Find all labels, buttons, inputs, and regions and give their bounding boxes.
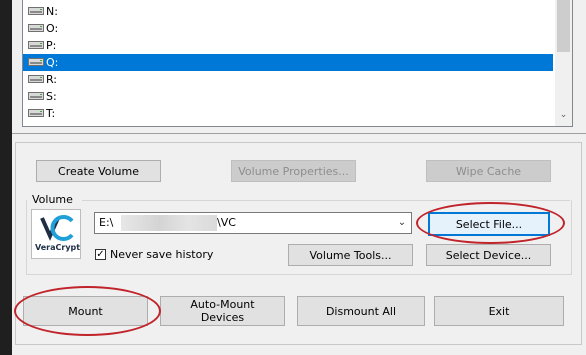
drive-list-item[interactable]: T: bbox=[23, 105, 553, 122]
drive-list-item[interactable]: Q: bbox=[23, 54, 553, 71]
veracrypt-logo-text: VeraCrypt bbox=[35, 243, 81, 252]
drive-letter-label: T: bbox=[46, 107, 56, 120]
drive-list-item[interactable]: R: bbox=[23, 71, 553, 88]
drive-letter-label: P: bbox=[46, 39, 57, 52]
scrollbar-thumb[interactable] bbox=[557, 0, 570, 52]
exit-button[interactable]: Exit bbox=[434, 296, 564, 326]
scroll-down-arrow-icon[interactable]: ⌄ bbox=[555, 107, 572, 124]
never-save-history-checkbox[interactable]: ✓ bbox=[95, 249, 106, 260]
never-save-history-label[interactable]: Never save history bbox=[110, 248, 213, 261]
drive-list-item[interactable]: S: bbox=[23, 88, 553, 105]
drive-list-item[interactable]: N: bbox=[23, 3, 553, 20]
drive-icon bbox=[28, 75, 44, 83]
auto-mount-devices-button[interactable]: Auto-Mount Devices bbox=[160, 296, 285, 326]
drive-icon bbox=[28, 24, 44, 32]
separator bbox=[12, 133, 586, 134]
drive-icon bbox=[28, 92, 44, 100]
select-device-button[interactable]: Select Device... bbox=[426, 244, 551, 266]
drive-icon bbox=[28, 109, 44, 117]
volume-path-combobox[interactable]: E:\ \VC ⌄ bbox=[94, 212, 412, 234]
chevron-down-icon[interactable]: ⌄ bbox=[395, 213, 409, 233]
dismount-all-button[interactable]: Dismount All bbox=[297, 296, 425, 326]
drive-icon bbox=[28, 58, 44, 66]
volume-tools-button[interactable]: Volume Tools... bbox=[288, 244, 413, 266]
drive-letter-label: O: bbox=[46, 22, 59, 35]
volume-path-prefix: E:\ bbox=[99, 216, 114, 229]
veracrypt-logo: VeraCrypt bbox=[31, 209, 81, 259]
create-volume-button[interactable]: Create Volume bbox=[36, 160, 161, 182]
drive-letter-label: N: bbox=[46, 5, 58, 18]
drive-list-scrollbar[interactable]: ⌄ bbox=[555, 0, 572, 126]
drive-list-item[interactable]: O: bbox=[23, 20, 553, 37]
drive-icon bbox=[28, 41, 44, 49]
volume-path-text[interactable]: E:\ \VC bbox=[99, 213, 389, 233]
volume-properties-button[interactable]: Volume Properties... bbox=[231, 160, 356, 182]
volume-path-suffix: \VC bbox=[217, 216, 236, 229]
drive-icon bbox=[28, 7, 44, 15]
drive-letter-label: Q: bbox=[46, 56, 59, 69]
drive-list[interactable]: T: S: R: Q: P: O: N: ⌄ bbox=[22, 0, 573, 127]
drive-letter-label: S: bbox=[46, 90, 57, 103]
veracrypt-main-window: T: S: R: Q: P: O: N: ⌄ Create Volume Volume Pr… bbox=[12, 0, 586, 355]
drive-letter-label: R: bbox=[46, 73, 58, 86]
wipe-cache-button[interactable]: Wipe Cache bbox=[426, 160, 551, 182]
select-file-button[interactable]: Select File... bbox=[428, 212, 550, 236]
redacted-path-segment bbox=[121, 215, 217, 231]
mount-button[interactable]: Mount bbox=[23, 296, 148, 326]
drive-list-item[interactable]: P: bbox=[23, 37, 553, 54]
